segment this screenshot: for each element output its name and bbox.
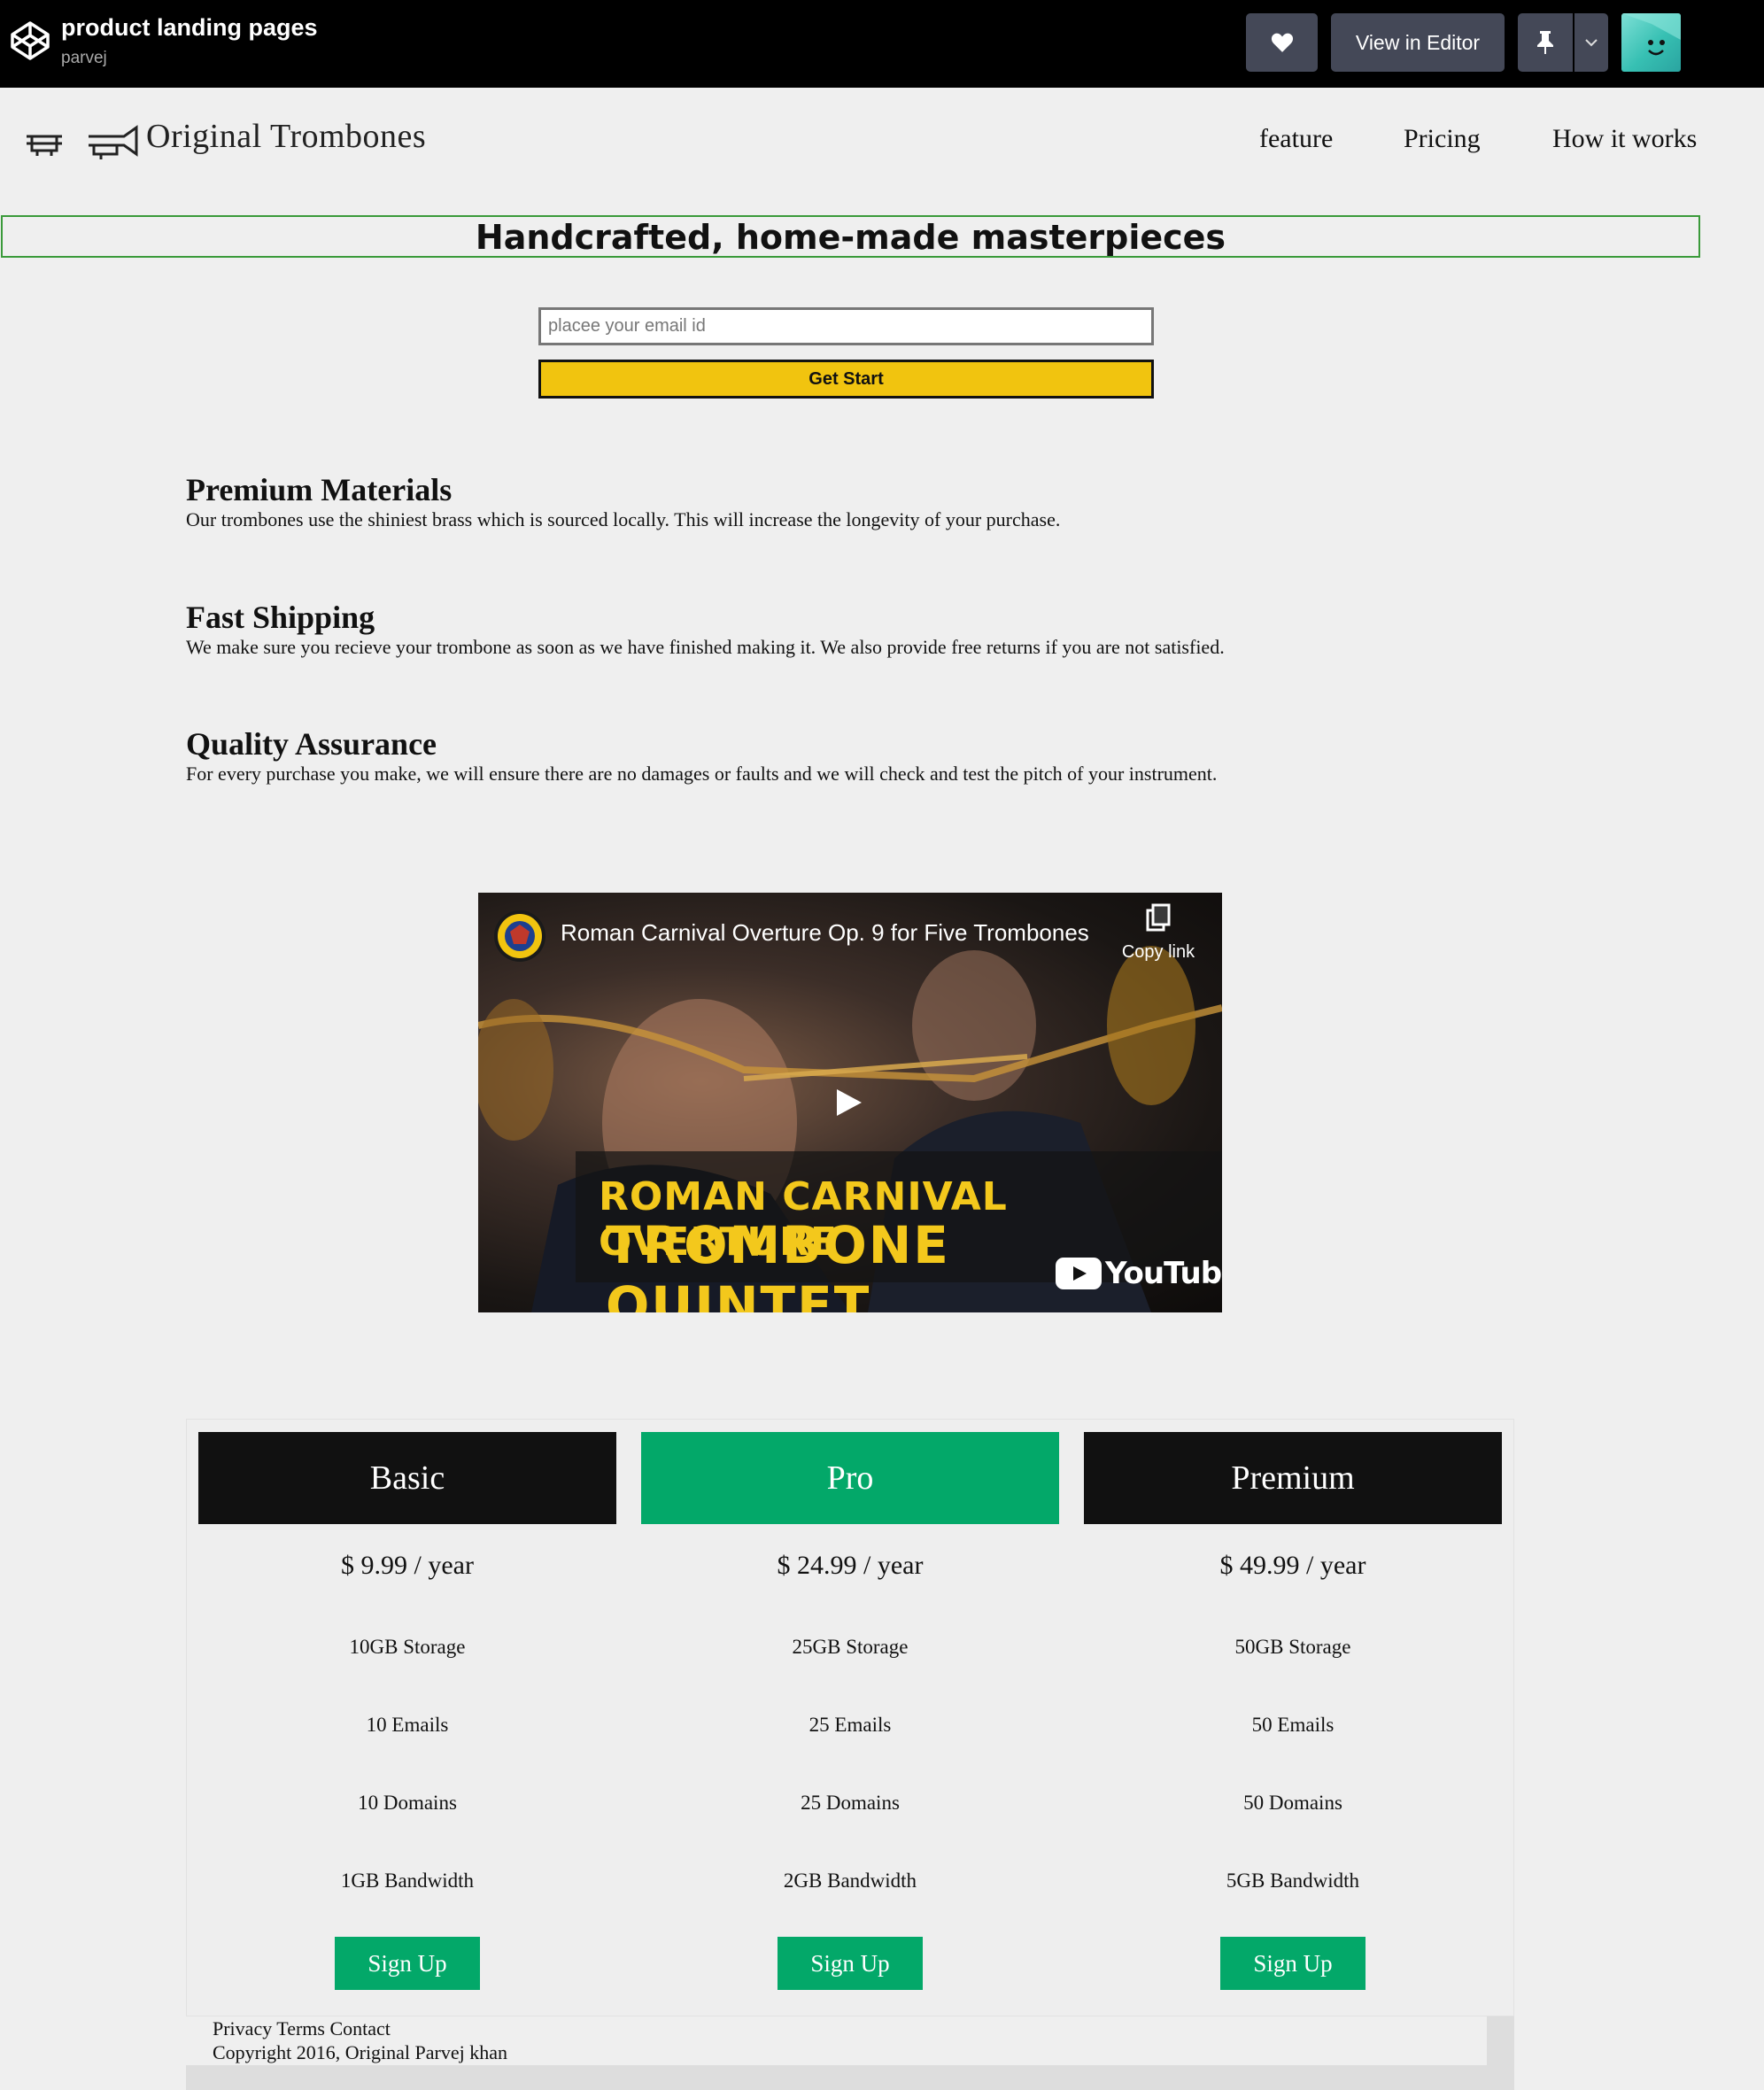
feature-text: For every purchase you make, we will ens… [186,762,1218,785]
plan-feature: 50 Domains [1243,1792,1342,1814]
hero-title: Handcrafted, home-made masterpieces [1,215,1700,258]
chevron-down-icon [1585,39,1598,47]
nav-link-pricing[interactable]: Pricing [1404,124,1481,154]
feature-quality-assurance: Quality Assurance For every purchase you… [186,726,1217,786]
trombone-logo-icon [27,125,138,159]
feature-premium-materials: Premium Materials Our trombones use the … [186,472,1060,532]
youtube-play-icon [1056,1258,1102,1289]
video-title[interactable]: Roman Carnival Overture Op. 9 for Five T… [561,919,1089,947]
plan-pro: Pro $ 24.99 / year 25GB Storage 25 Email… [641,1432,1059,1990]
plan-basic: Basic $ 9.99 / year 10GB Storage 10 Emai… [198,1432,616,1990]
plan-feature: 10 Emails [366,1714,449,1736]
user-avatar[interactable] [1621,13,1681,72]
pricing-section: Basic $ 9.99 / year 10GB Storage 10 Emai… [186,1419,1514,2016]
plan-feature: 10GB Storage [349,1636,466,1658]
play-icon[interactable] [837,1089,862,1116]
copy-icon [1146,903,1171,932]
pin-button[interactable] [1518,13,1573,72]
nav-link-how-it-works[interactable]: How it works [1552,124,1697,154]
plan-feature: 1GB Bandwidth [340,1869,475,1892]
sign-up-button[interactable]: Sign Up [335,1937,480,1990]
feature-title: Quality Assurance [186,726,437,762]
footer-copyright: Copyright 2016, Original Parvej khan [213,2041,508,2063]
feature-fast-shipping: Fast Shipping We make sure you recieve y… [186,600,1225,660]
youtube-wordmark: YouTube [1105,1256,1222,1291]
copy-link-label: Copy link [1121,942,1195,962]
plan-feature: 2GB Bandwidth [783,1869,917,1892]
channel-avatar[interactable] [494,910,545,962]
youtube-logo[interactable]: YouTube [1056,1256,1222,1291]
pen-author[interactable]: parvej [61,49,107,68]
footer: Privacy Terms Contact Copyright 2016, Or… [186,2016,1514,2090]
codepen-logo-icon[interactable] [9,19,51,62]
plan-feature: 10 Domains [358,1792,457,1814]
codepen-header: product landing pages parvej View in Edi… [0,0,1764,88]
plan-feature: 50GB Storage [1234,1636,1351,1658]
email-input[interactable] [538,307,1154,345]
view-in-editor-button[interactable]: View in Editor [1331,13,1505,72]
footer-content: Privacy Terms Contact Copyright 2016, Or… [186,2016,1487,2065]
nav-link-feature[interactable]: feature [1259,124,1333,154]
get-start-button[interactable]: Get Start [538,360,1154,399]
pen-title[interactable]: product landing pages [61,14,318,42]
plan-header: Pro [641,1432,1059,1524]
heart-icon [1271,33,1293,52]
like-button[interactable] [1246,13,1318,72]
pin-dropdown-button[interactable] [1574,13,1608,72]
plan-header: Premium [1084,1432,1502,1524]
footer-links[interactable]: Privacy Terms Contact [213,2016,1487,2040]
sign-up-button[interactable]: Sign Up [778,1937,923,1990]
plan-feature: 25GB Storage [792,1636,909,1658]
plan-price: $ 24.99 / year [777,1551,924,1580]
plan-header: Basic [198,1432,616,1524]
feature-title: Fast Shipping [186,600,375,635]
plan-price: $ 49.99 / year [1219,1551,1366,1580]
avatar-face-icon [1621,13,1681,56]
feature-text: Our trombones use the shiniest brass whi… [186,508,1061,530]
plan-feature: 5GB Bandwidth [1226,1869,1360,1892]
plan-price: $ 9.99 / year [341,1551,474,1580]
sign-up-button[interactable]: Sign Up [1220,1937,1366,1990]
plan-feature: 25 Emails [808,1714,892,1736]
channel-emblem-icon [498,914,542,958]
feature-title: Premium Materials [186,472,453,507]
feature-text: We make sure you recieve your trombone a… [186,636,1225,658]
brand-name: Original Trombones [146,118,427,155]
video-player[interactable]: Roman Carnival Overture Op. 9 for Five T… [478,893,1222,1312]
plan-premium: Premium $ 49.99 / year 50GB Storage 50 E… [1084,1432,1502,1990]
pin-icon [1537,31,1553,54]
plan-feature: 50 Emails [1251,1714,1335,1736]
copy-link-button[interactable]: Copy link [1116,902,1201,963]
plan-feature: 25 Domains [801,1792,900,1814]
